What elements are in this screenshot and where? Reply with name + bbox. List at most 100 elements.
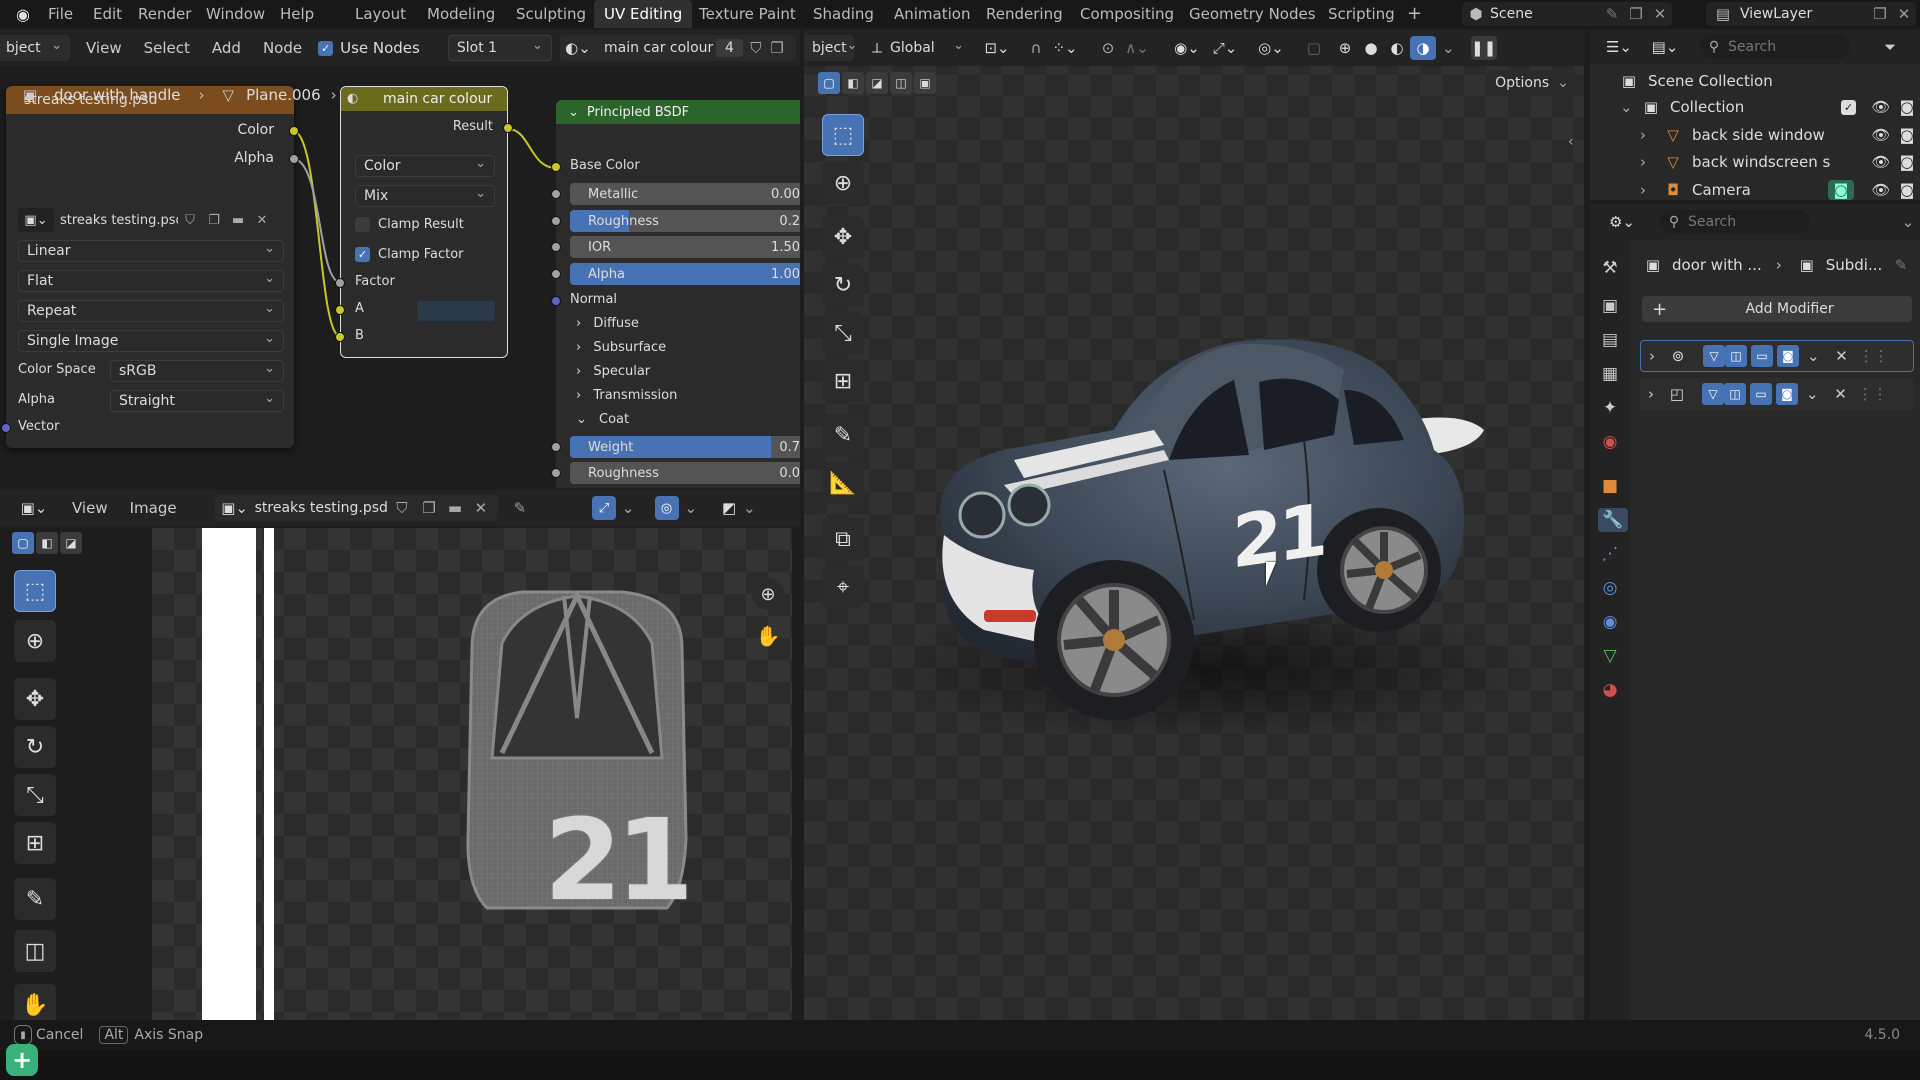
menu-image[interactable]: Image	[130, 499, 177, 517]
uv-editor[interactable]: ▣⌄ View Image ▣⌄ streaks testing.psd ⛉ ❐…	[0, 490, 800, 1020]
snap-magnet-icon[interactable]: ∩	[1024, 39, 1048, 57]
tab-uv-editing[interactable]: UV Editing	[594, 0, 693, 28]
alpha-mode-dropdown[interactable]: Straight	[110, 390, 284, 412]
modifier-menu-chevron-icon[interactable]: ⌄	[1807, 347, 1820, 365]
a-input-socket[interactable]	[335, 305, 345, 315]
tab-texture-paint[interactable]: Texture Paint	[699, 0, 796, 28]
select-extend-icon[interactable]: ◧	[842, 72, 864, 94]
object-tab-icon[interactable]: ■	[1598, 474, 1622, 498]
cursor-tool[interactable]: ⊕	[14, 620, 56, 662]
xray-icon[interactable]: ▢	[1302, 39, 1326, 57]
color-space-dropdown[interactable]: sRGB	[110, 360, 284, 382]
interpolation-dropdown[interactable]: Linear	[18, 240, 284, 262]
data-tab-icon[interactable]: ▽	[1598, 644, 1622, 668]
eye-icon[interactable]: 👁	[1868, 126, 1894, 144]
drag-handle-icon[interactable]: ⋮⋮	[1858, 385, 1888, 403]
outliner-item-back-side-window[interactable]: › ▽ back side window 👁 ◙	[1640, 126, 1920, 144]
rip-tool[interactable]: ◫	[14, 930, 56, 972]
tab-animation[interactable]: Animation	[894, 0, 970, 28]
delete-scene-icon[interactable]: ✕	[1648, 5, 1672, 23]
edit-mode-icon[interactable]: ◫	[1725, 345, 1747, 367]
edit-mode-cage-icon[interactable]: ▽	[1702, 383, 1724, 405]
panel-diffuse[interactable]: › Diffuse	[576, 316, 639, 331]
uv-sync-chevron-icon[interactable]: ⌄	[622, 499, 635, 517]
add-cube-tool[interactable]: ⧉	[822, 518, 864, 560]
camera-render-icon[interactable]: ◙	[1894, 98, 1920, 116]
gizmo-icon[interactable]: ⤢⌄	[1208, 39, 1242, 57]
metallic-socket[interactable]	[551, 189, 561, 199]
projection-dropdown[interactable]: Flat	[18, 270, 284, 292]
select-box-tool[interactable]: ⬚	[14, 570, 56, 612]
mix-node[interactable]: ◐ main car colour Result Color Mix Clamp…	[335, 86, 513, 358]
factor-input-socket[interactable]	[335, 278, 345, 288]
outliner-item-camera[interactable]: › ◘ Camera ◙ 👁 ◙	[1640, 180, 1920, 200]
output-color-socket[interactable]	[289, 126, 299, 136]
camera-render-icon[interactable]: ◙	[1894, 181, 1920, 199]
camera-tool[interactable]: ⌖	[822, 566, 864, 608]
base-color-socket[interactable]	[551, 162, 561, 172]
rotate-tool[interactable]: ↻	[14, 726, 56, 768]
modifier-tab-icon[interactable]: 🔧	[1598, 508, 1628, 532]
pause-render-icon[interactable]: ❚❚	[1470, 36, 1497, 60]
outliner-editor-type-icon[interactable]: ☰⌄	[1600, 38, 1638, 56]
coat-roughness-field[interactable]: Roughness 0.0	[570, 462, 800, 484]
pivot-icon[interactable]: ⊡⌄	[980, 39, 1014, 57]
clamp-factor-checkbox[interactable]: ✓	[355, 247, 370, 262]
scene-tab-icon[interactable]: ✦	[1598, 396, 1622, 420]
particles-tab-icon[interactable]: ⋰	[1598, 542, 1622, 566]
select-new-icon[interactable]: ▢	[12, 532, 34, 554]
image-browse-icon[interactable]: ▣⌄	[18, 208, 54, 232]
clamp-result-checkbox[interactable]	[355, 217, 370, 232]
properties-editor[interactable]: ⚙⌄ ⚲ Search ⌄ ⚒ ▣ ▤ ▦ ✦ ◉ ■ 🔧 ⋰ ◎ ◉ ▽ ◕ …	[1590, 204, 1920, 1020]
open-image-icon[interactable]: ▬	[442, 499, 468, 517]
pan-hand-icon[interactable]: ✋	[752, 620, 784, 652]
panel-specular[interactable]: › Specular	[576, 364, 650, 379]
properties-search[interactable]: ⚲ Search	[1660, 210, 1810, 234]
eye-icon[interactable]: 👁	[1868, 181, 1894, 199]
principled-bsdf-node[interactable]: ⌄ Principled BSDF Base Color Metallic 0.0…	[551, 100, 800, 488]
add-badge-icon[interactable]: +	[6, 1044, 38, 1076]
clamp-result-row[interactable]: Clamp Result	[355, 217, 464, 232]
measure-tool[interactable]: 📐	[822, 462, 864, 504]
expand-chevron-icon[interactable]: ›	[1640, 153, 1662, 171]
unlink-image-icon[interactable]: ✕	[250, 213, 274, 228]
select-subtract-icon[interactable]: ◪	[866, 72, 888, 94]
render-display-icon[interactable]: ◙	[1777, 345, 1799, 367]
eye-icon[interactable]: 👁	[1868, 98, 1894, 116]
coat-weight-socket[interactable]	[551, 442, 561, 452]
fake-user-icon[interactable]: ⛉	[388, 499, 416, 517]
alpha-field[interactable]: Alpha 1.00	[570, 263, 800, 285]
new-scene-icon[interactable]: ❐	[1624, 5, 1648, 23]
edit-mode-icon[interactable]: ◫	[1724, 383, 1746, 405]
viewport-display-icon[interactable]: ▭	[1750, 383, 1772, 405]
collection-exclude-checkbox[interactable]: ✓	[1841, 99, 1856, 115]
move-tool[interactable]: ✥	[822, 216, 864, 258]
uv-sync-icon[interactable]: ⤢	[591, 496, 616, 520]
tool-tab-icon[interactable]: ⚒	[1598, 256, 1622, 280]
display-mode-icon[interactable]: ▤⌄	[1646, 38, 1684, 56]
open-image-icon[interactable]: ▬	[226, 213, 250, 228]
output-alpha-socket[interactable]	[289, 154, 299, 164]
panel-subsurface[interactable]: › Subsurface	[576, 340, 666, 355]
eye-icon[interactable]: 👁	[1868, 153, 1894, 171]
extension-dropdown[interactable]: Repeat	[18, 300, 284, 322]
b-input-socket[interactable]	[335, 332, 345, 342]
fake-user-icon[interactable]: ⛉	[178, 213, 202, 228]
rotate-tool[interactable]: ↻	[822, 264, 864, 306]
scene-selector[interactable]: ⬢ Scene ✎ ❐ ✕	[1462, 2, 1672, 26]
viewport-3d[interactable]: bject ⟂ Global ⊡⌄ ∩ ⁘⌄ ⊙ ∧⌄ ◉⌄ ⤢⌄ ◎⌄ ▢ ⊕…	[804, 30, 1584, 1020]
mix-node-header[interactable]: ◐ main car colour	[341, 87, 507, 111]
tab-compositing[interactable]: Compositing	[1080, 0, 1174, 28]
expand-chevron-icon[interactable]: ›	[1640, 126, 1662, 144]
display-channels-chevron-icon[interactable]: ⌄	[743, 499, 756, 517]
scale-tool[interactable]: ⤡	[822, 312, 864, 354]
viewport-display-icon[interactable]: ▭	[1751, 345, 1773, 367]
delete-modifier-icon[interactable]: ✕	[1832, 347, 1852, 365]
transform-tool[interactable]: ⊞	[822, 360, 864, 402]
tab-scripting[interactable]: Scripting	[1328, 0, 1395, 28]
vector-input-socket[interactable]	[1, 423, 11, 433]
orientation-dropdown[interactable]: Global	[882, 35, 972, 61]
editor-type-icon[interactable]: ▣⌄	[14, 499, 54, 517]
tab-geometry-nodes[interactable]: Geometry Nodes	[1189, 0, 1316, 28]
expand-chevron-icon[interactable]: ›	[1649, 347, 1655, 365]
